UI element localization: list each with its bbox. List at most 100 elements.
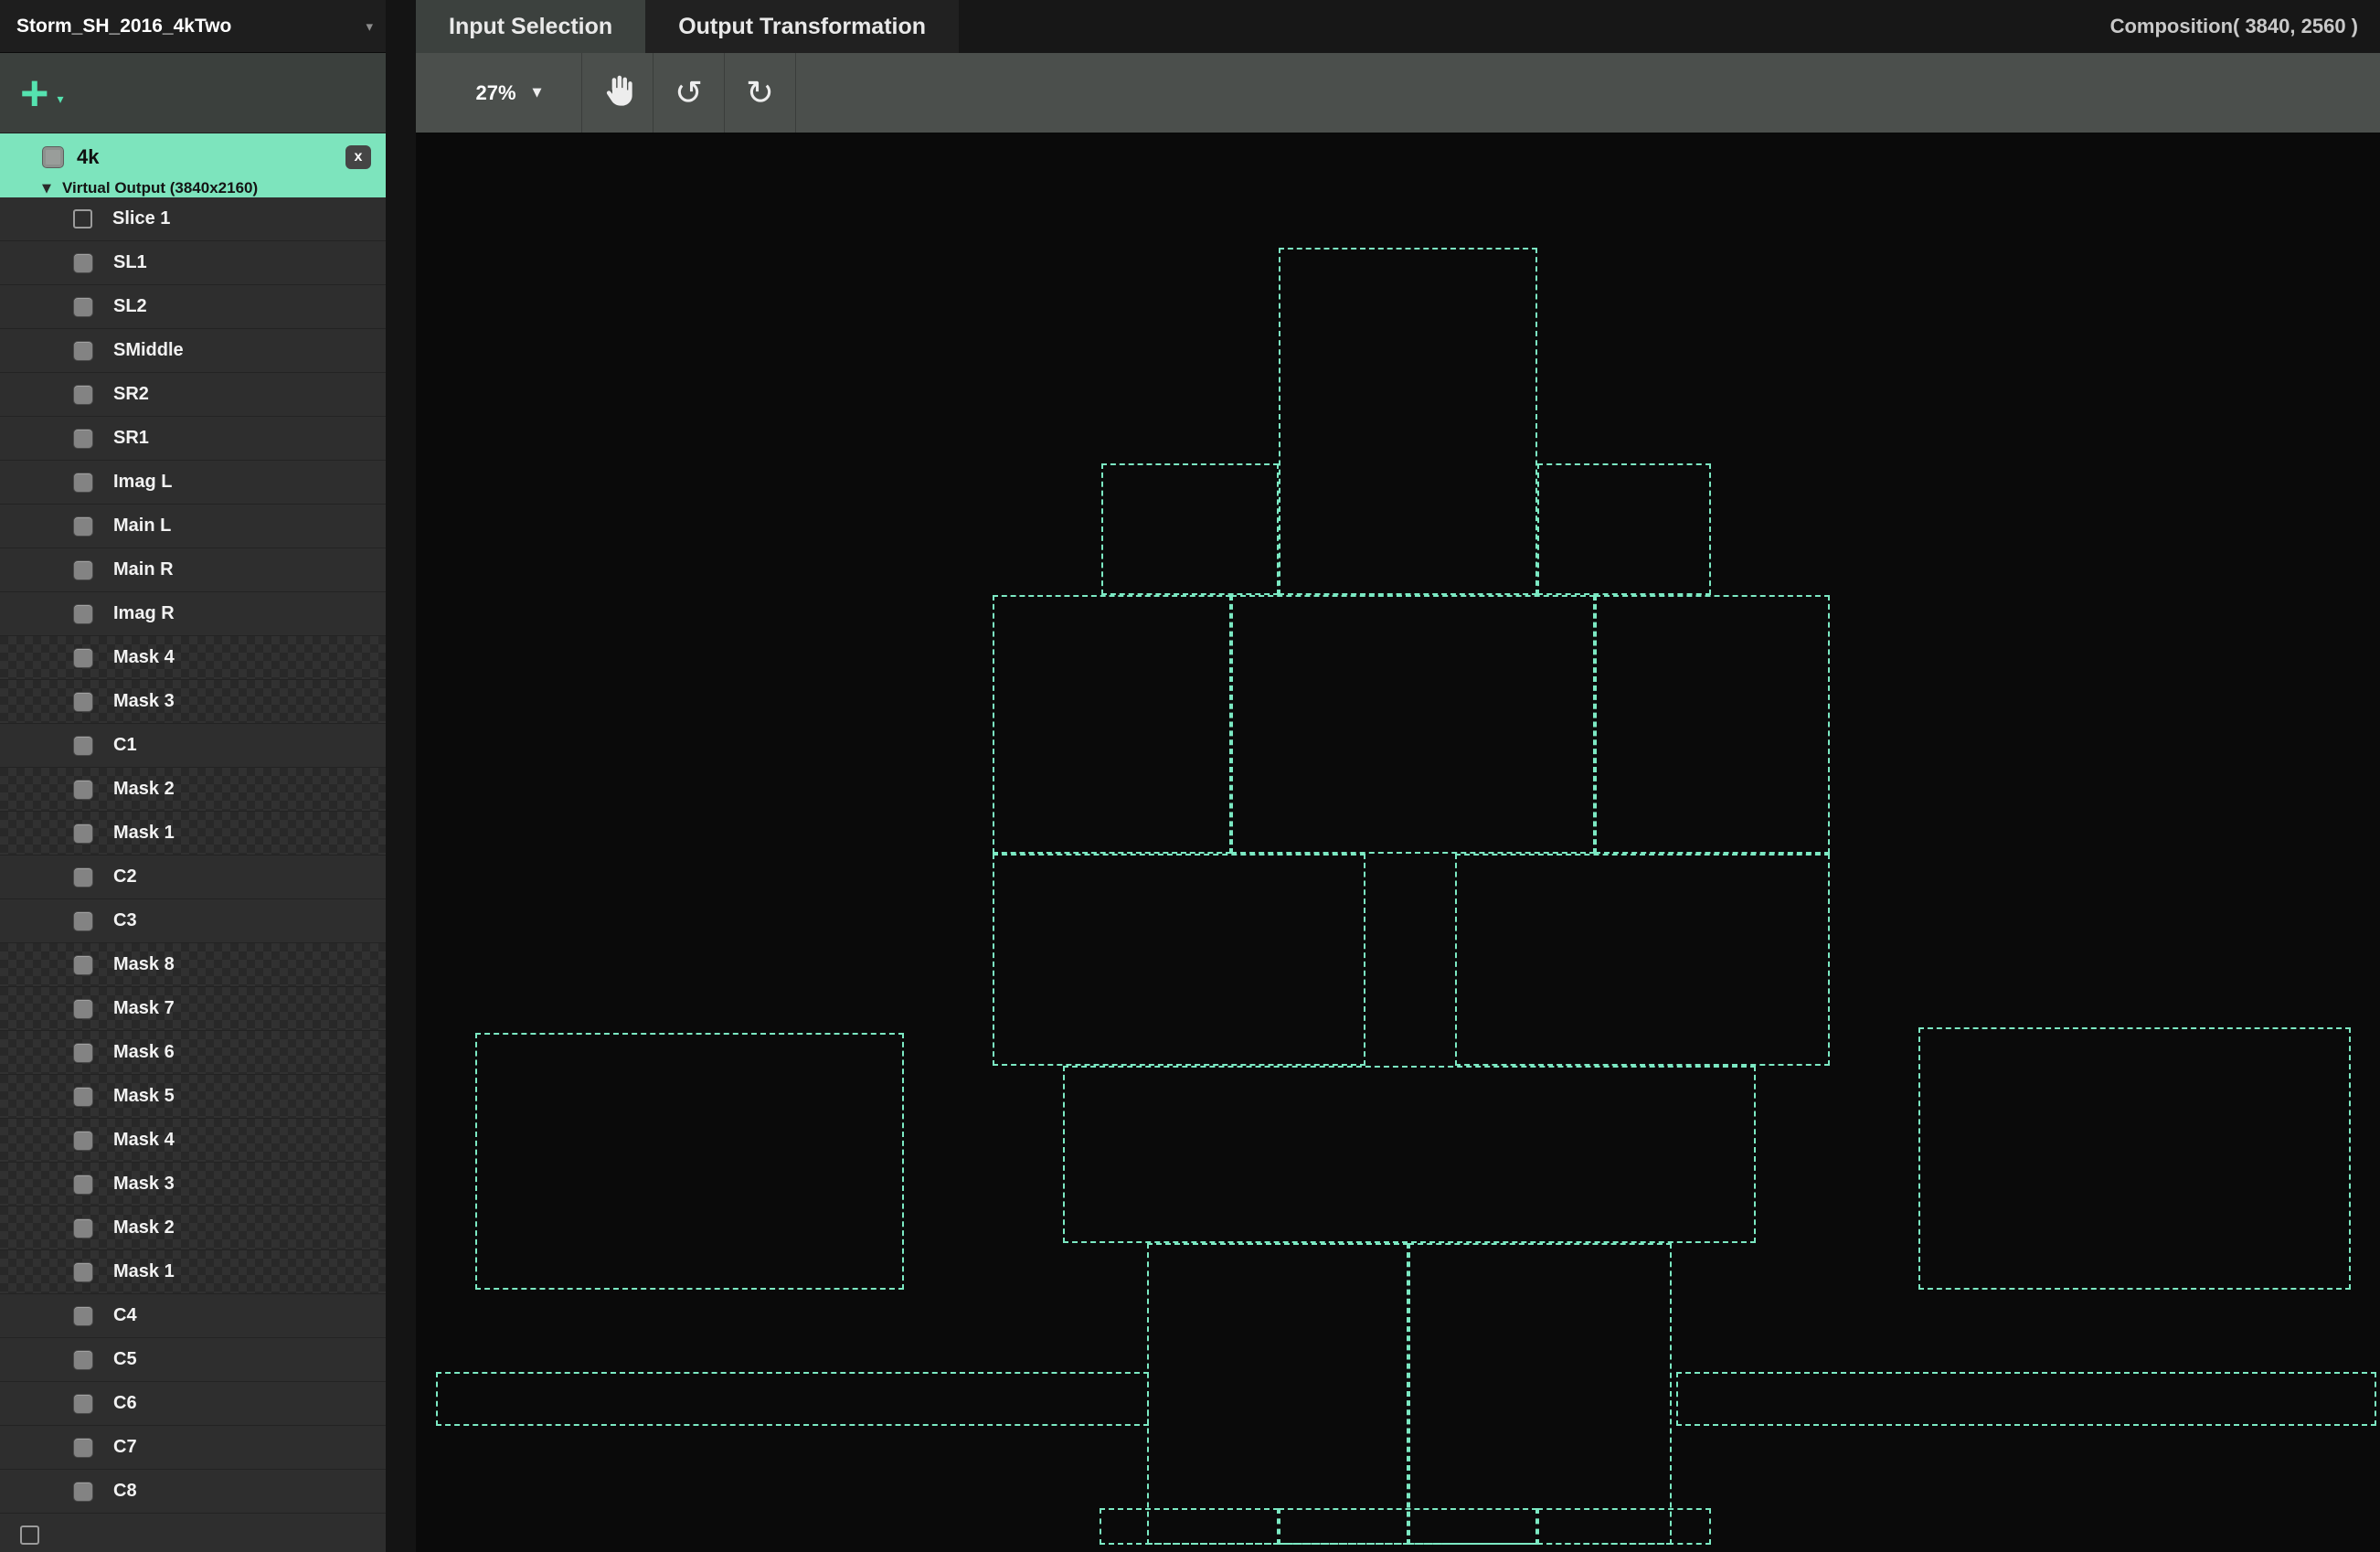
slice-indicator[interactable] (73, 604, 93, 624)
hand-icon (600, 72, 636, 113)
slice-row[interactable]: C3 (0, 899, 386, 943)
plus-icon: + (20, 73, 49, 113)
slice-row[interactable]: Slice 1 (0, 197, 386, 241)
slice-row[interactable]: C4 (0, 1294, 386, 1338)
slice-row[interactable]: Main L (0, 505, 386, 548)
slice-row[interactable]: Mask 4 (0, 636, 386, 680)
slice-outline[interactable] (436, 1372, 1149, 1426)
slice-indicator[interactable] (73, 648, 93, 668)
slice-row[interactable]: C7 (0, 1426, 386, 1470)
pan-hand-button[interactable] (582, 53, 653, 133)
slice-outline[interactable] (1537, 463, 1711, 595)
slice-outline[interactable] (475, 1033, 904, 1290)
slice-indicator[interactable] (73, 1087, 93, 1107)
selected-output-item[interactable]: 4k x ▼ Virtual Output (3840x2160) (0, 133, 386, 197)
slice-outline[interactable] (1100, 1508, 1279, 1545)
slice-label: Mask 5 (113, 1086, 175, 1107)
slice-outline[interactable] (1279, 1508, 1537, 1545)
slice-checkbox[interactable] (73, 209, 92, 229)
slice-row[interactable]: C2 (0, 856, 386, 899)
preset-dropdown[interactable]: Storm_SH_2016_4kTwo ▾ (0, 0, 386, 53)
slice-indicator[interactable] (73, 429, 93, 449)
slice-indicator[interactable] (73, 1438, 93, 1458)
slice-indicator[interactable] (73, 385, 93, 405)
slice-row[interactable]: Mask 4 (0, 1119, 386, 1163)
tab-output-transformation[interactable]: Output Transformation (645, 0, 959, 53)
slice-row[interactable]: SMiddle (0, 329, 386, 373)
slice-outline[interactable] (993, 854, 1365, 1066)
slice-indicator[interactable] (73, 253, 93, 273)
slice-row[interactable]: Mask 1 (0, 812, 386, 856)
slice-outline[interactable] (1101, 463, 1279, 595)
slice-row[interactable]: Main R (0, 548, 386, 592)
output-enable-checkbox[interactable] (42, 146, 64, 168)
slice-outline[interactable] (1408, 1243, 1672, 1545)
slice-row[interactable] (0, 1514, 386, 1552)
slice-row[interactable]: Mask 2 (0, 768, 386, 812)
slice-outline[interactable] (1231, 595, 1595, 854)
slice-row[interactable]: Mask 8 (0, 943, 386, 987)
zoom-control[interactable]: 27% ▼ (436, 53, 582, 133)
slice-outline[interactable] (1537, 1508, 1711, 1545)
slice-indicator[interactable] (73, 516, 93, 537)
slice-row[interactable]: Imag L (0, 461, 386, 505)
add-slice-button[interactable]: + ▾ (20, 73, 64, 113)
slice-outline[interactable] (1279, 248, 1537, 595)
slice-indicator[interactable] (73, 341, 93, 361)
slice-row[interactable]: SL1 (0, 241, 386, 285)
slice-row[interactable]: C5 (0, 1338, 386, 1382)
slice-indicator[interactable] (73, 1218, 93, 1238)
slice-row[interactable]: Mask 3 (0, 1163, 386, 1207)
slice-indicator[interactable] (73, 955, 93, 975)
slice-row[interactable]: C1 (0, 724, 386, 768)
close-button[interactable]: x (345, 145, 371, 169)
slice-label: Mask 1 (113, 1261, 175, 1282)
slice-indicator[interactable] (73, 1482, 93, 1502)
slice-row[interactable]: C8 (0, 1470, 386, 1514)
slice-outline[interactable] (993, 595, 1231, 854)
slice-row[interactable]: Mask 5 (0, 1075, 386, 1119)
slice-outline[interactable] (1676, 1372, 2376, 1426)
slice-label: C4 (113, 1305, 137, 1326)
slice-row[interactable]: Mask 1 (0, 1250, 386, 1294)
undo-button[interactable]: ↺ (653, 53, 725, 133)
slice-indicator[interactable] (73, 1043, 93, 1063)
slice-indicator[interactable] (73, 1262, 93, 1282)
slice-indicator[interactable] (73, 297, 93, 317)
slice-indicator[interactable] (73, 1350, 93, 1370)
slice-indicator[interactable] (73, 1306, 93, 1326)
slice-indicator[interactable] (73, 736, 93, 756)
slice-outline[interactable] (1918, 1027, 2351, 1290)
slice-indicator[interactable] (73, 780, 93, 800)
slice-indicator[interactable] (73, 560, 93, 580)
slice-indicator[interactable] (73, 911, 93, 931)
slice-row[interactable]: Imag R (0, 592, 386, 636)
slice-indicator[interactable] (73, 1394, 93, 1414)
expander-triangle-icon[interactable]: ▼ (42, 182, 51, 196)
slice-indicator[interactable] (73, 999, 93, 1019)
slice-label: C8 (113, 1481, 137, 1502)
slice-outline[interactable] (1595, 595, 1830, 854)
slice-row[interactable]: SR1 (0, 417, 386, 461)
slice-row[interactable]: C6 (0, 1382, 386, 1426)
output-canvas[interactable] (416, 133, 2380, 1552)
slice-indicator[interactable] (73, 824, 93, 844)
slice-row[interactable]: Mask 6 (0, 1031, 386, 1075)
slice-outline[interactable] (1147, 1243, 1408, 1545)
slice-checkbox[interactable] (20, 1525, 39, 1545)
slice-row[interactable]: Mask 7 (0, 987, 386, 1031)
tab-input-selection[interactable]: Input Selection (416, 0, 645, 53)
redo-button[interactable]: ↻ (725, 53, 796, 133)
slice-indicator[interactable] (73, 1131, 93, 1151)
slice-row[interactable]: Mask 2 (0, 1207, 386, 1250)
slice-indicator[interactable] (73, 1175, 93, 1195)
slice-indicator[interactable] (73, 867, 93, 888)
slice-row[interactable]: SL2 (0, 285, 386, 329)
slice-indicator[interactable] (73, 692, 93, 712)
slice-indicator[interactable] (73, 473, 93, 493)
slice-outline[interactable] (1455, 854, 1830, 1066)
slice-row[interactable]: Mask 3 (0, 680, 386, 724)
preset-dropdown-value: Storm_SH_2016_4kTwo (16, 16, 231, 37)
slice-outline[interactable] (1063, 1066, 1756, 1243)
slice-row[interactable]: SR2 (0, 373, 386, 417)
